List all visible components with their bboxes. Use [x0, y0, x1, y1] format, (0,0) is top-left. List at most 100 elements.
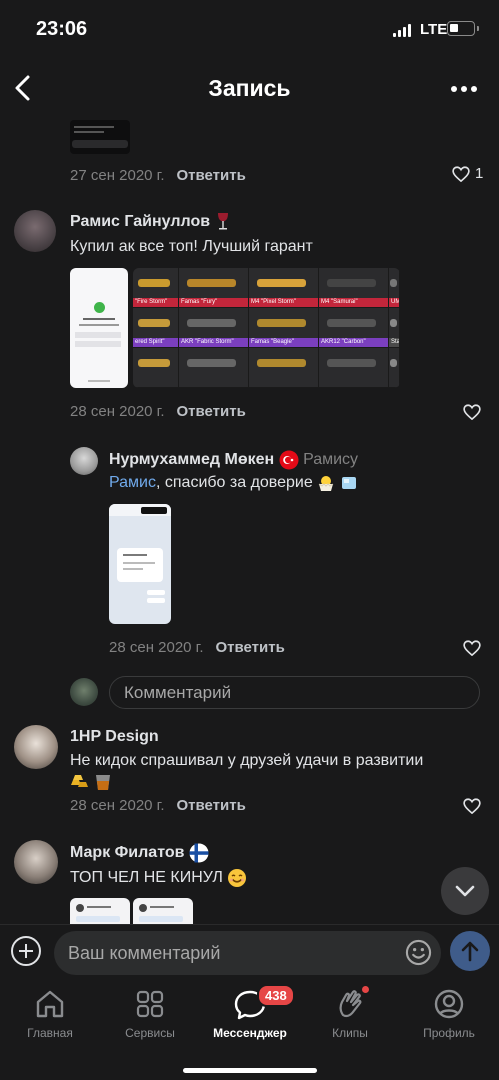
comment-date: 28 сен 2020 г. [70, 797, 165, 814]
skin-weapon [187, 318, 236, 328]
tab-label: Мессенджер [213, 1026, 287, 1040]
comment-photo-skins[interactable]: "Fire Storm" Famas "Fury" M4 "Pixel Storm"… [133, 268, 400, 388]
tumbler-glass-icon [96, 775, 111, 790]
skin-cell [249, 348, 319, 388]
comment-author[interactable]: Нурмухаммед Мөкен [109, 451, 274, 468]
comment-footer: 28 сен 2020 г. Ответить [70, 797, 246, 815]
avatar[interactable] [14, 725, 58, 769]
reply-button[interactable]: Ответить [177, 167, 246, 184]
home-icon [36, 990, 64, 1018]
battery-icon [447, 21, 479, 36]
comment-footer: 28 сен 2020 г. Ответить [109, 639, 285, 657]
skin-label: StatTrack [389, 338, 399, 347]
gold-bars-icon [71, 775, 88, 787]
comment-text-body: , спасибо за доверие [155, 474, 313, 492]
comment-author[interactable]: 1HP Design [70, 728, 159, 746]
comments-feed[interactable]: 27 сен 2020 г. Ответить 1 Рамис Гайнуллов… [0, 116, 499, 924]
skin-cell: Famas "Beagle" [249, 308, 319, 348]
hatching-chick-icon [318, 476, 334, 491]
ice-cube-icon [341, 477, 356, 489]
scroll-down-button[interactable] [441, 867, 489, 915]
skin-weapon [187, 278, 236, 288]
reply-button[interactable]: Ответить [216, 639, 285, 656]
tab-clips[interactable]: Клипы [300, 986, 400, 1040]
header: Запись [0, 60, 499, 116]
status-bar: 23:06 LTE [0, 0, 499, 60]
comment-header: Марк Филатов [70, 843, 209, 863]
skin-cell: "Fire Storm" [133, 268, 179, 308]
comment-author[interactable]: Марк Филатов [70, 844, 184, 861]
skin-cell: M4 "Pixel Storm" [249, 268, 319, 308]
skin-label: M4 "Samurai" [319, 298, 388, 307]
skin-cell: Famas "Fury" [179, 268, 249, 308]
skin-weapon [138, 358, 170, 368]
avatar[interactable] [14, 840, 58, 884]
heart-icon[interactable] [463, 798, 481, 814]
skin-label: Famas "Beagle" [249, 338, 318, 347]
page-title: Запись [208, 75, 291, 101]
send-button[interactable] [450, 931, 490, 971]
comment-text: ТОП ЧЕЛ НЕ КИНУЛ [70, 868, 247, 888]
avatar[interactable] [14, 210, 56, 252]
tab-home[interactable]: Главная [0, 986, 100, 1040]
reply-to-name[interactable]: Рамису [303, 451, 358, 468]
comment-photo[interactable] [109, 504, 171, 624]
skin-weapon [257, 358, 306, 368]
skin-label: AKR "Fabric Storm" [179, 338, 248, 347]
messenger-badge: 438 [257, 984, 295, 1007]
heart-icon[interactable] [463, 640, 481, 656]
more-button[interactable] [451, 86, 477, 92]
comment-photo[interactable] [70, 898, 130, 924]
skin-weapon [390, 358, 398, 368]
tab-label: Профиль [423, 1026, 475, 1040]
skin-label: "Fire Storm" [133, 298, 178, 307]
comment-header: Нурмухаммед Мөкен Рамису [109, 450, 358, 470]
skin-cell: UMP [389, 268, 400, 308]
comment-attachment-thumb[interactable] [70, 120, 130, 154]
skin-label: UMP [389, 298, 399, 307]
comment-author[interactable]: Рамис Гайнуллов [70, 213, 210, 230]
comment-input-placeholder: Ваш комментарий [68, 943, 221, 963]
reply-input[interactable]: Комментарий [109, 676, 480, 709]
comment-date: 28 сен 2020 г. [70, 403, 165, 420]
attach-button[interactable] [11, 936, 41, 966]
profile-icon [434, 989, 464, 1019]
comment-header: Рамис Гайнуллов [70, 212, 231, 232]
skin-weapon [327, 318, 376, 328]
skin-weapon [187, 358, 236, 368]
comment-photo[interactable] [70, 268, 128, 388]
skin-cell: AKR12 "Carbon" [319, 308, 389, 348]
reply-button[interactable]: Ответить [177, 797, 246, 814]
emoji-picker-icon[interactable] [405, 939, 432, 966]
wine-glass-icon [217, 213, 228, 230]
chevron-down-icon [455, 885, 475, 897]
like-count: 1 [475, 165, 484, 182]
like-button[interactable]: 1 [452, 165, 483, 182]
tab-label: Сервисы [125, 1026, 175, 1040]
skin-cell: M4 "Samurai" [319, 268, 389, 308]
clips-dot [362, 986, 369, 993]
arrow-up-icon [461, 941, 479, 962]
tab-services[interactable]: Сервисы [100, 986, 200, 1040]
comment-text-body: ТОП ЧЕЛ НЕ КИНУЛ [70, 869, 223, 887]
tab-label: Главная [27, 1026, 73, 1040]
network-label: LTE [420, 21, 448, 38]
skin-cell [133, 348, 179, 388]
services-grid-icon [136, 990, 164, 1018]
comment-photo[interactable] [133, 898, 193, 924]
turkey-flag-icon [279, 450, 299, 470]
skin-cell: AKR "Fabric Storm" [179, 308, 249, 348]
skin-weapon [138, 318, 170, 328]
mention-link[interactable]: Рамис [109, 474, 156, 491]
comment-input[interactable]: Ваш комментарий [54, 931, 441, 975]
tab-profile[interactable]: Профиль [399, 986, 499, 1040]
skin-cell [389, 348, 400, 388]
home-indicator [183, 1068, 317, 1073]
avatar[interactable] [70, 447, 98, 475]
skin-label: ered Spirit" [133, 338, 178, 347]
heart-icon[interactable] [463, 404, 481, 420]
reply-button[interactable]: Ответить [177, 403, 246, 420]
skin-weapon [138, 278, 170, 288]
skin-label: Famas "Fury" [179, 298, 248, 307]
skin-weapon [390, 278, 398, 288]
